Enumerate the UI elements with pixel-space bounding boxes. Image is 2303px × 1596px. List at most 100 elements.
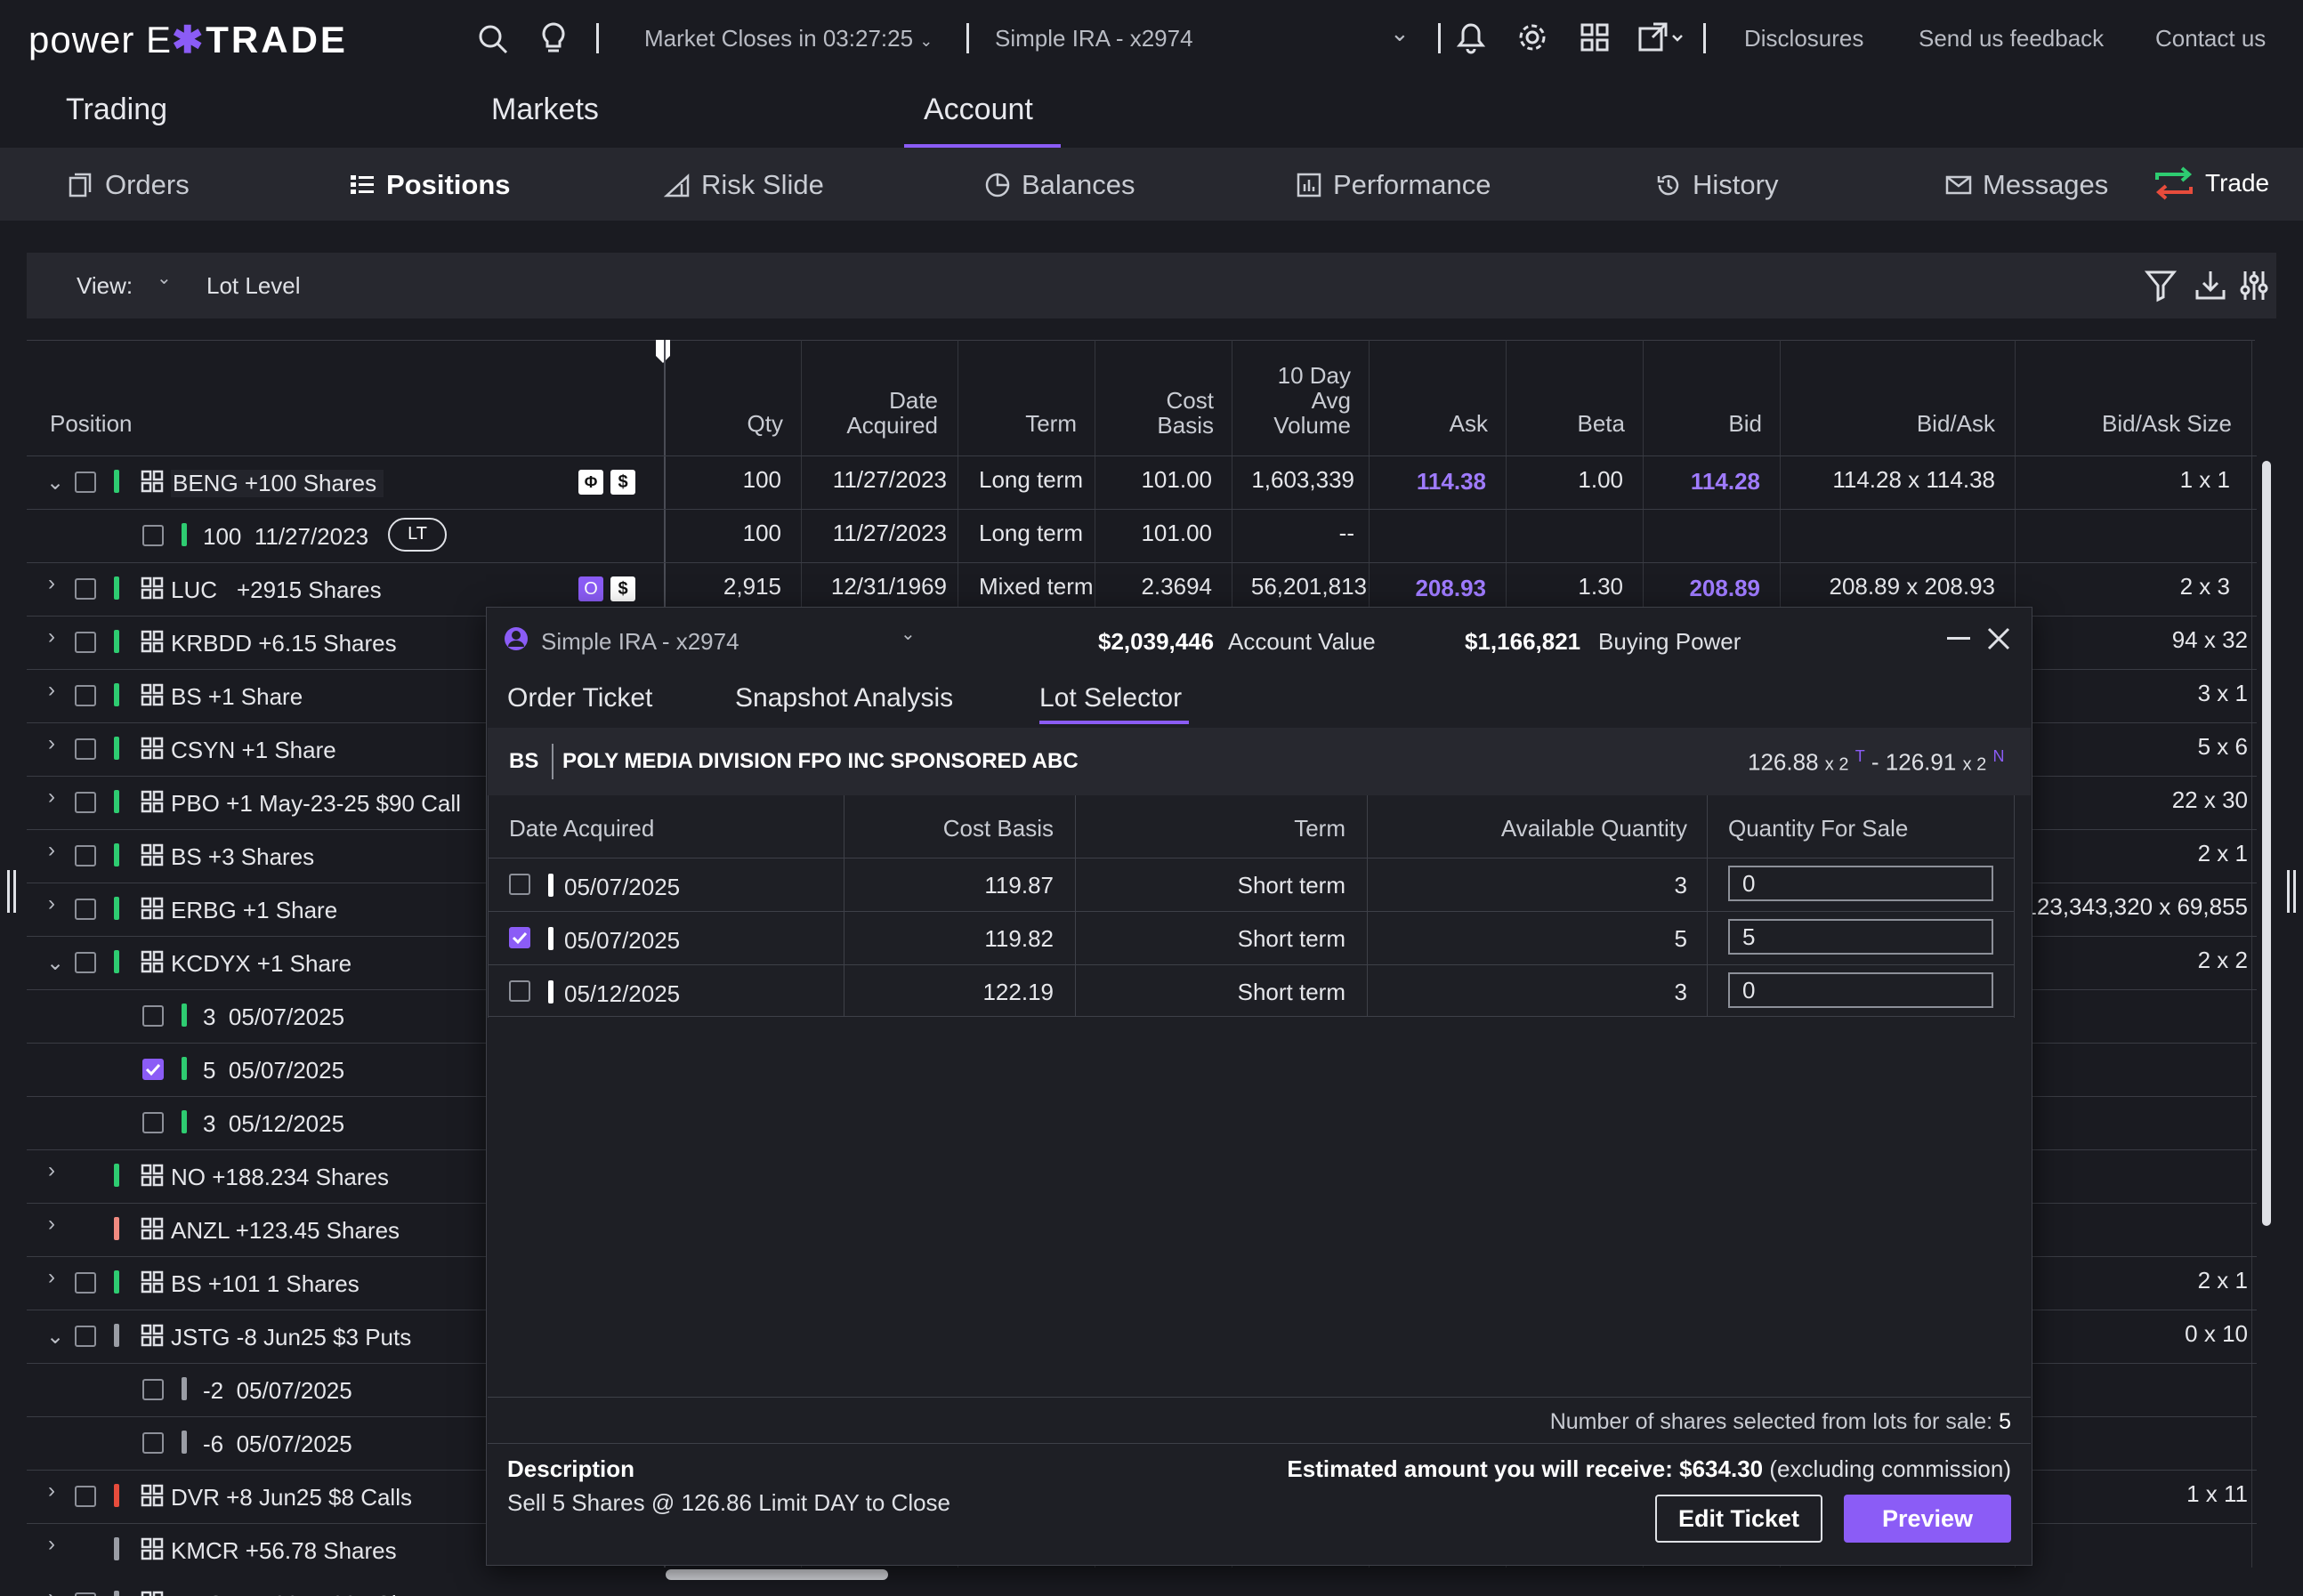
col-term[interactable]: Term <box>958 411 1077 436</box>
chevron-down-icon[interactable]: ⌄ <box>901 623 916 645</box>
col-bid-ask[interactable]: Bid/Ask <box>1780 411 1995 436</box>
gear-icon[interactable] <box>1516 21 1548 53</box>
col-bid-ask-size[interactable]: Bid/Ask Size <box>2015 411 2232 436</box>
position-name[interactable]: BS +1 Share <box>171 683 303 711</box>
subnav-orders[interactable]: Orders <box>68 169 190 201</box>
position-name[interactable]: ANZL +123.45 Shares <box>171 1217 400 1245</box>
chevron-right-icon[interactable]: › <box>48 678 55 703</box>
lot-checkbox[interactable] <box>142 1005 164 1027</box>
search-icon[interactable] <box>477 23 509 55</box>
position-name[interactable]: ERBG +1 Share <box>171 897 337 924</box>
row-checkbox[interactable] <box>75 632 96 653</box>
tab-lot-selector[interactable]: Lot Selector <box>1039 683 1182 713</box>
lot-checkbox[interactable] <box>142 1432 164 1454</box>
chevron-right-icon[interactable]: › <box>48 891 55 916</box>
position-name[interactable]: DVR +8 Jun25 $8 Calls <box>171 1484 412 1511</box>
quantity-for-sale-input[interactable]: 5 <box>1728 919 1993 955</box>
chevron-right-icon[interactable]: › <box>48 838 55 863</box>
chevron-right-icon[interactable]: › <box>48 1158 55 1183</box>
chevron-right-icon[interactable]: › <box>48 571 55 596</box>
nav-markets[interactable]: Markets <box>491 93 599 127</box>
position-name[interactable]: BS +101 1 Shares <box>171 1270 360 1298</box>
row-checkbox[interactable] <box>75 792 96 813</box>
chevron-right-icon[interactable]: › <box>48 1479 55 1503</box>
grid-icon[interactable] <box>141 1270 164 1294</box>
right-panel-handle[interactable] <box>2287 870 2296 913</box>
lot-checkbox[interactable] <box>142 525 164 546</box>
position-name[interactable]: PBO +1 May-23-25 $90 Call <box>171 790 461 818</box>
position-name[interactable]: CSYN +1 Share <box>171 737 336 764</box>
subnav-risk-slide[interactable]: Risk Slide <box>664 169 824 201</box>
edit-ticket-button[interactable]: Edit Ticket <box>1655 1495 1822 1543</box>
close-icon[interactable] <box>1986 626 2011 651</box>
row-checkbox[interactable] <box>75 685 96 706</box>
download-icon[interactable] <box>2194 269 2226 302</box>
chevron-right-icon[interactable]: › <box>48 1212 55 1237</box>
preview-button[interactable]: Preview <box>1844 1495 2011 1543</box>
grid-icon[interactable] <box>141 1591 164 1596</box>
column-resize-handle[interactable] <box>653 338 673 365</box>
dialog-account-selector[interactable]: Simple IRA - x2974 <box>541 628 739 656</box>
vertical-scrollbar[interactable] <box>2262 461 2271 1226</box>
row-checkbox[interactable] <box>75 1272 96 1294</box>
lot-col-cost[interactable]: Cost Basis <box>844 815 1054 842</box>
market-status[interactable]: Market Closes in 03:27:25 ⌄ <box>644 25 933 52</box>
tab-order-ticket[interactable]: Order Ticket <box>507 683 652 713</box>
grid-icon[interactable] <box>141 470 164 493</box>
quantity-for-sale-input[interactable]: 0 <box>1728 972 1993 1008</box>
grid-icon[interactable] <box>141 1324 164 1347</box>
position-name[interactable]: BS +3 Shares <box>171 843 314 871</box>
position-name[interactable]: VFIGX +1234.1234 Shares <box>171 1591 449 1596</box>
chevron-right-icon[interactable]: › <box>48 785 55 810</box>
grid-icon[interactable] <box>141 1217 164 1240</box>
position-name[interactable]: NO +188.234 Shares <box>171 1164 389 1191</box>
minimize-icon[interactable] <box>1947 637 1970 640</box>
position-name[interactable]: KCDYX +1 Share <box>171 950 352 978</box>
col-date-acquired[interactable]: Date Acquired <box>801 388 938 438</box>
col-beta[interactable]: Beta <box>1506 411 1626 436</box>
row-checkbox[interactable] <box>75 899 96 920</box>
row-checkbox[interactable] <box>75 952 96 973</box>
row-checkbox[interactable] <box>75 578 96 600</box>
lot-col-date[interactable]: Date Acquired <box>509 815 654 842</box>
nav-trading[interactable]: Trading <box>66 93 167 127</box>
chevron-down-icon[interactable]: ⌄ <box>46 1324 64 1350</box>
chevron-right-icon[interactable]: › <box>48 1585 55 1596</box>
row-checkbox[interactable] <box>75 1486 96 1507</box>
lot-checkbox[interactable] <box>142 1112 164 1133</box>
chevron-right-icon[interactable]: › <box>48 731 55 756</box>
lot-col-available[interactable]: Available Quantity <box>1367 815 1687 842</box>
grid-icon[interactable] <box>141 897 164 920</box>
grid-icon[interactable] <box>141 1537 164 1560</box>
subnav-history[interactable]: History <box>1655 169 1778 201</box>
grid-icon[interactable] <box>141 1484 164 1507</box>
chevron-right-icon[interactable]: › <box>48 625 55 649</box>
grid-icon[interactable] <box>141 843 164 867</box>
lot-col-qty-sale[interactable]: Quantity For Sale <box>1728 815 1908 842</box>
position-name[interactable]: KMCR +56.78 Shares <box>171 1537 397 1565</box>
subnav-messages[interactable]: Messages <box>1945 169 2108 201</box>
lot-checkbox[interactable] <box>142 1379 164 1400</box>
row-checkbox[interactable] <box>75 1326 96 1347</box>
disclosures-link[interactable]: Disclosures <box>1744 25 1863 52</box>
chevron-down-icon[interactable]: ⌄ <box>46 470 64 496</box>
lot-select-checkbox[interactable] <box>509 874 530 895</box>
chevron-down-icon[interactable]: ⌄ <box>157 267 172 289</box>
quantity-for-sale-input[interactable]: 0 <box>1728 866 1993 901</box>
column-settings-icon[interactable] <box>2239 269 2269 302</box>
popout-icon[interactable] <box>1637 21 1685 53</box>
bell-icon[interactable] <box>1456 21 1486 55</box>
widgets-icon[interactable] <box>1579 21 1611 53</box>
lightbulb-icon[interactable] <box>539 21 568 55</box>
nav-account[interactable]: Account <box>924 93 1033 127</box>
lot-select-checkbox[interactable] <box>509 927 530 948</box>
subnav-positions[interactable]: Positions <box>349 169 511 201</box>
col-position[interactable]: Position <box>50 411 133 436</box>
filter-icon[interactable] <box>2145 269 2177 302</box>
view-select[interactable]: Lot Level <box>206 272 301 300</box>
chevron-down-icon[interactable]: ⌄ <box>1390 20 1410 47</box>
horizontal-scrollbar[interactable] <box>666 1569 888 1580</box>
position-symbol[interactable]: LUC <box>171 576 217 604</box>
grid-icon[interactable] <box>141 1164 164 1187</box>
grid-icon[interactable] <box>141 737 164 760</box>
